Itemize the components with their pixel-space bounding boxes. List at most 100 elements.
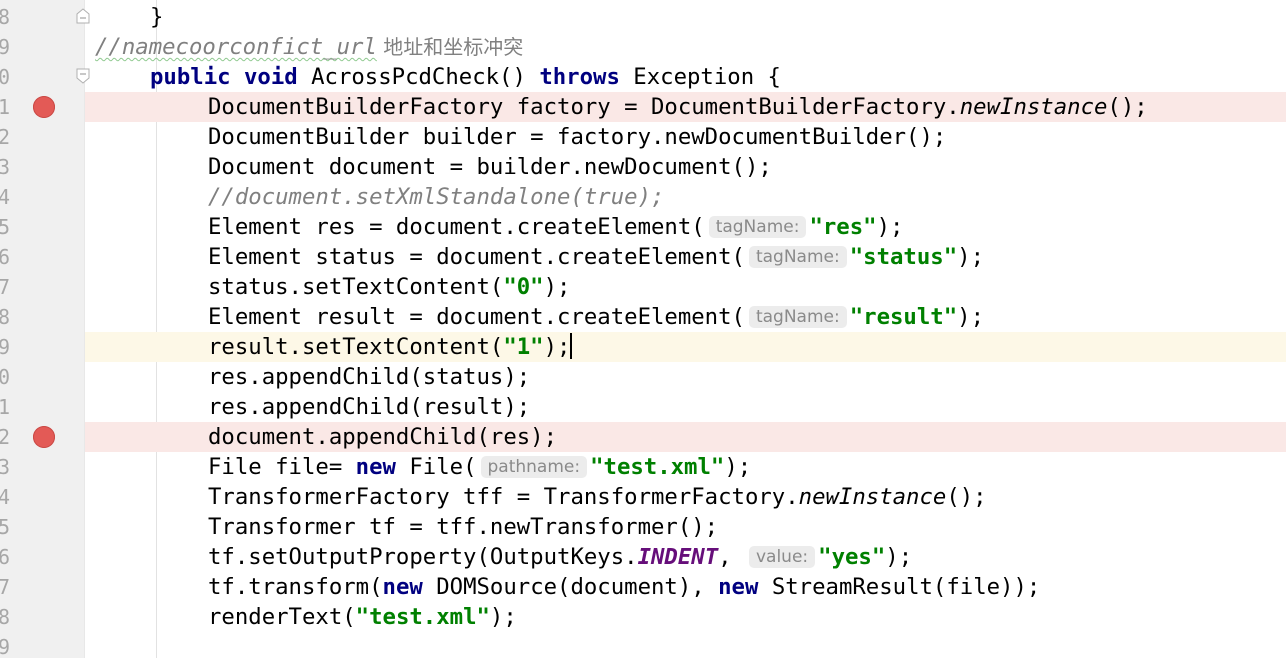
code-token: ); <box>724 454 752 480</box>
code-line[interactable]: 7 tf.transform(new DOMSource(document), n… <box>0 572 1286 602</box>
line-number: 4 <box>0 185 10 209</box>
code-line[interactable]: 9 result.setTextContent("1"); <box>0 332 1286 362</box>
code-text: public void AcrossPcdCheck() throws Exce… <box>150 62 781 92</box>
code-token: Transformer tf = tff.newTransformer(); <box>208 514 719 540</box>
line-number: 1 <box>0 395 10 419</box>
code-token: Element res = document.createElement( <box>208 214 705 240</box>
code-token: renderText( <box>208 604 356 630</box>
line-highlight <box>85 2 1286 32</box>
code-text: result.setTextContent("1"); <box>208 332 573 362</box>
code-token: new <box>355 454 396 480</box>
code-text: res.appendChild(status); <box>208 362 530 392</box>
code-token: INDENT <box>637 544 719 570</box>
fold-end-icon[interactable] <box>76 8 90 24</box>
code-token: void <box>243 64 298 90</box>
code-token: "yes" <box>818 544 886 570</box>
code-token: (); <box>946 484 987 510</box>
code-token: TransformerFactory tff = TransformerFact… <box>208 484 799 510</box>
code-line[interactable]: 4 TransformerFactory tff = TransformerFac… <box>0 482 1286 512</box>
line-number: 8 <box>0 605 10 629</box>
code-token: Element status = document.createElement( <box>208 244 745 270</box>
code-text: Transformer tf = tff.newTransformer(); <box>208 512 718 542</box>
line-number: 6 <box>0 245 10 269</box>
code-token: //namecoorconfict_url <box>95 34 377 60</box>
code-token: (); <box>1107 94 1148 120</box>
code-token: StreamResult(file)); <box>758 574 1041 600</box>
code-text: Element result = document.createElement(… <box>208 302 984 332</box>
code-line[interactable]: 6 Element status = document.createElement… <box>0 242 1286 272</box>
line-number: 5 <box>0 515 10 539</box>
code-line[interactable]: 1 DocumentBuilderFactory factory = Docume… <box>0 92 1286 122</box>
code-token: newInstance <box>798 484 947 510</box>
code-text: status.setTextContent("0"); <box>208 272 570 302</box>
code-token: document.appendChild(res); <box>208 424 558 450</box>
code-line[interactable]: 9 //namecoorconfict_url 地址和坐标冲突 <box>0 32 1286 62</box>
code-line[interactable]: 4 //document.setXmlStandalone(true); <box>0 182 1286 212</box>
code-line[interactable]: 2 DocumentBuilder builder = factory.newDo… <box>0 122 1286 152</box>
code-token: tf.setOutputProperty(OutputKeys. <box>208 544 638 570</box>
code-line[interactable]: 1 res.appendChild(result); <box>0 392 1286 422</box>
code-token: DocumentBuilderFactory factory = Documen… <box>208 94 960 120</box>
code-text: File file= new File(pathname: "test.xml")… <box>208 452 751 482</box>
code-text: Document document = builder.newDocument(… <box>208 152 772 182</box>
line-number: 9 <box>0 335 10 359</box>
line-number: 6 <box>0 545 10 569</box>
code-token: res.appendChild(status); <box>208 364 531 390</box>
line-number: 8 <box>0 305 10 329</box>
code-text: tf.transform(new DOMSource(document), ne… <box>208 572 1040 602</box>
code-line[interactable]: 8} <box>0 2 1286 32</box>
code-token: } <box>150 4 164 30</box>
code-line[interactable]: 8 renderText("test.xml"); <box>0 602 1286 632</box>
line-number: 0 <box>0 365 10 389</box>
code-token: newInstance <box>959 94 1108 120</box>
code-line[interactable]: 5 Transformer tf = tff.newTransformer(); <box>0 512 1286 542</box>
code-text: //namecoorconfict_url 地址和坐标冲突 <box>95 32 523 62</box>
breakpoint-icon[interactable] <box>33 426 55 448</box>
code-line[interactable]: 0 public void AcrossPcdCheck() throws Exc… <box>0 62 1286 92</box>
code-token: tf.transform( <box>208 574 383 600</box>
code-line[interactable]: 7 status.setTextContent("0"); <box>0 272 1286 302</box>
code-token: Document document = builder.newDocument(… <box>208 154 772 180</box>
line-number: 0 <box>0 65 10 89</box>
code-line[interactable]: 6 tf.setOutputProperty(OutputKeys.INDENT,… <box>0 542 1286 572</box>
breakpoint-icon[interactable] <box>33 96 55 118</box>
code-token: ); <box>489 604 517 630</box>
line-number: 1 <box>0 95 10 119</box>
code-line[interactable]: 3 File file= new File(pathname: "test.xml"… <box>0 452 1286 482</box>
code-token: Element result = document.createElement( <box>208 304 745 330</box>
parameter-hint: tagName: <box>748 306 847 328</box>
code-token: new <box>382 574 423 600</box>
code-token: //document.setXmlStandalone(true); <box>208 184 665 210</box>
code-line[interactable]: 2 document.appendChild(res); <box>0 422 1286 452</box>
code-token: res.appendChild(result); <box>208 394 531 420</box>
code-line[interactable]: 3 Document document = builder.newDocument… <box>0 152 1286 182</box>
code-token: ); <box>885 544 913 570</box>
code-line[interactable]: 8 Element result = document.createElement… <box>0 302 1286 332</box>
code-token: "1" <box>503 334 544 360</box>
code-token: ); <box>957 244 984 270</box>
code-token: "test.xml" <box>590 454 725 480</box>
line-number: 4 <box>0 485 10 509</box>
code-text: res.appendChild(result); <box>208 392 530 422</box>
parameter-hint: tagName: <box>708 216 807 238</box>
line-number: 8 <box>0 5 10 29</box>
line-number: 3 <box>0 155 10 179</box>
code-token: public <box>150 64 231 90</box>
code-token: "status" <box>849 244 958 270</box>
code-editor[interactable]: 8} 9 //namecoorconfict_url 地址和坐标冲突 0 public … <box>0 0 1286 659</box>
fold-start-icon[interactable] <box>76 68 90 84</box>
code-text: renderText("test.xml"); <box>208 602 517 632</box>
code-token: "test.xml" <box>355 604 490 630</box>
code-line[interactable]: 0 res.appendChild(status); <box>0 362 1286 392</box>
parameter-hint: tagName: <box>748 246 847 268</box>
code-token: new <box>718 574 759 600</box>
code-token: DocumentBuilder builder = factory.newDoc… <box>208 124 947 150</box>
code-text: tf.setOutputProperty(OutputKeys.INDENT, … <box>208 542 912 572</box>
code-token: File file= <box>208 454 356 480</box>
code-token: ); <box>543 274 571 300</box>
code-line[interactable]: 5 Element res = document.createElement(ta… <box>0 212 1286 242</box>
code-token: "result" <box>849 304 958 330</box>
code-token: , <box>718 544 745 570</box>
line-number: 2 <box>0 125 10 149</box>
